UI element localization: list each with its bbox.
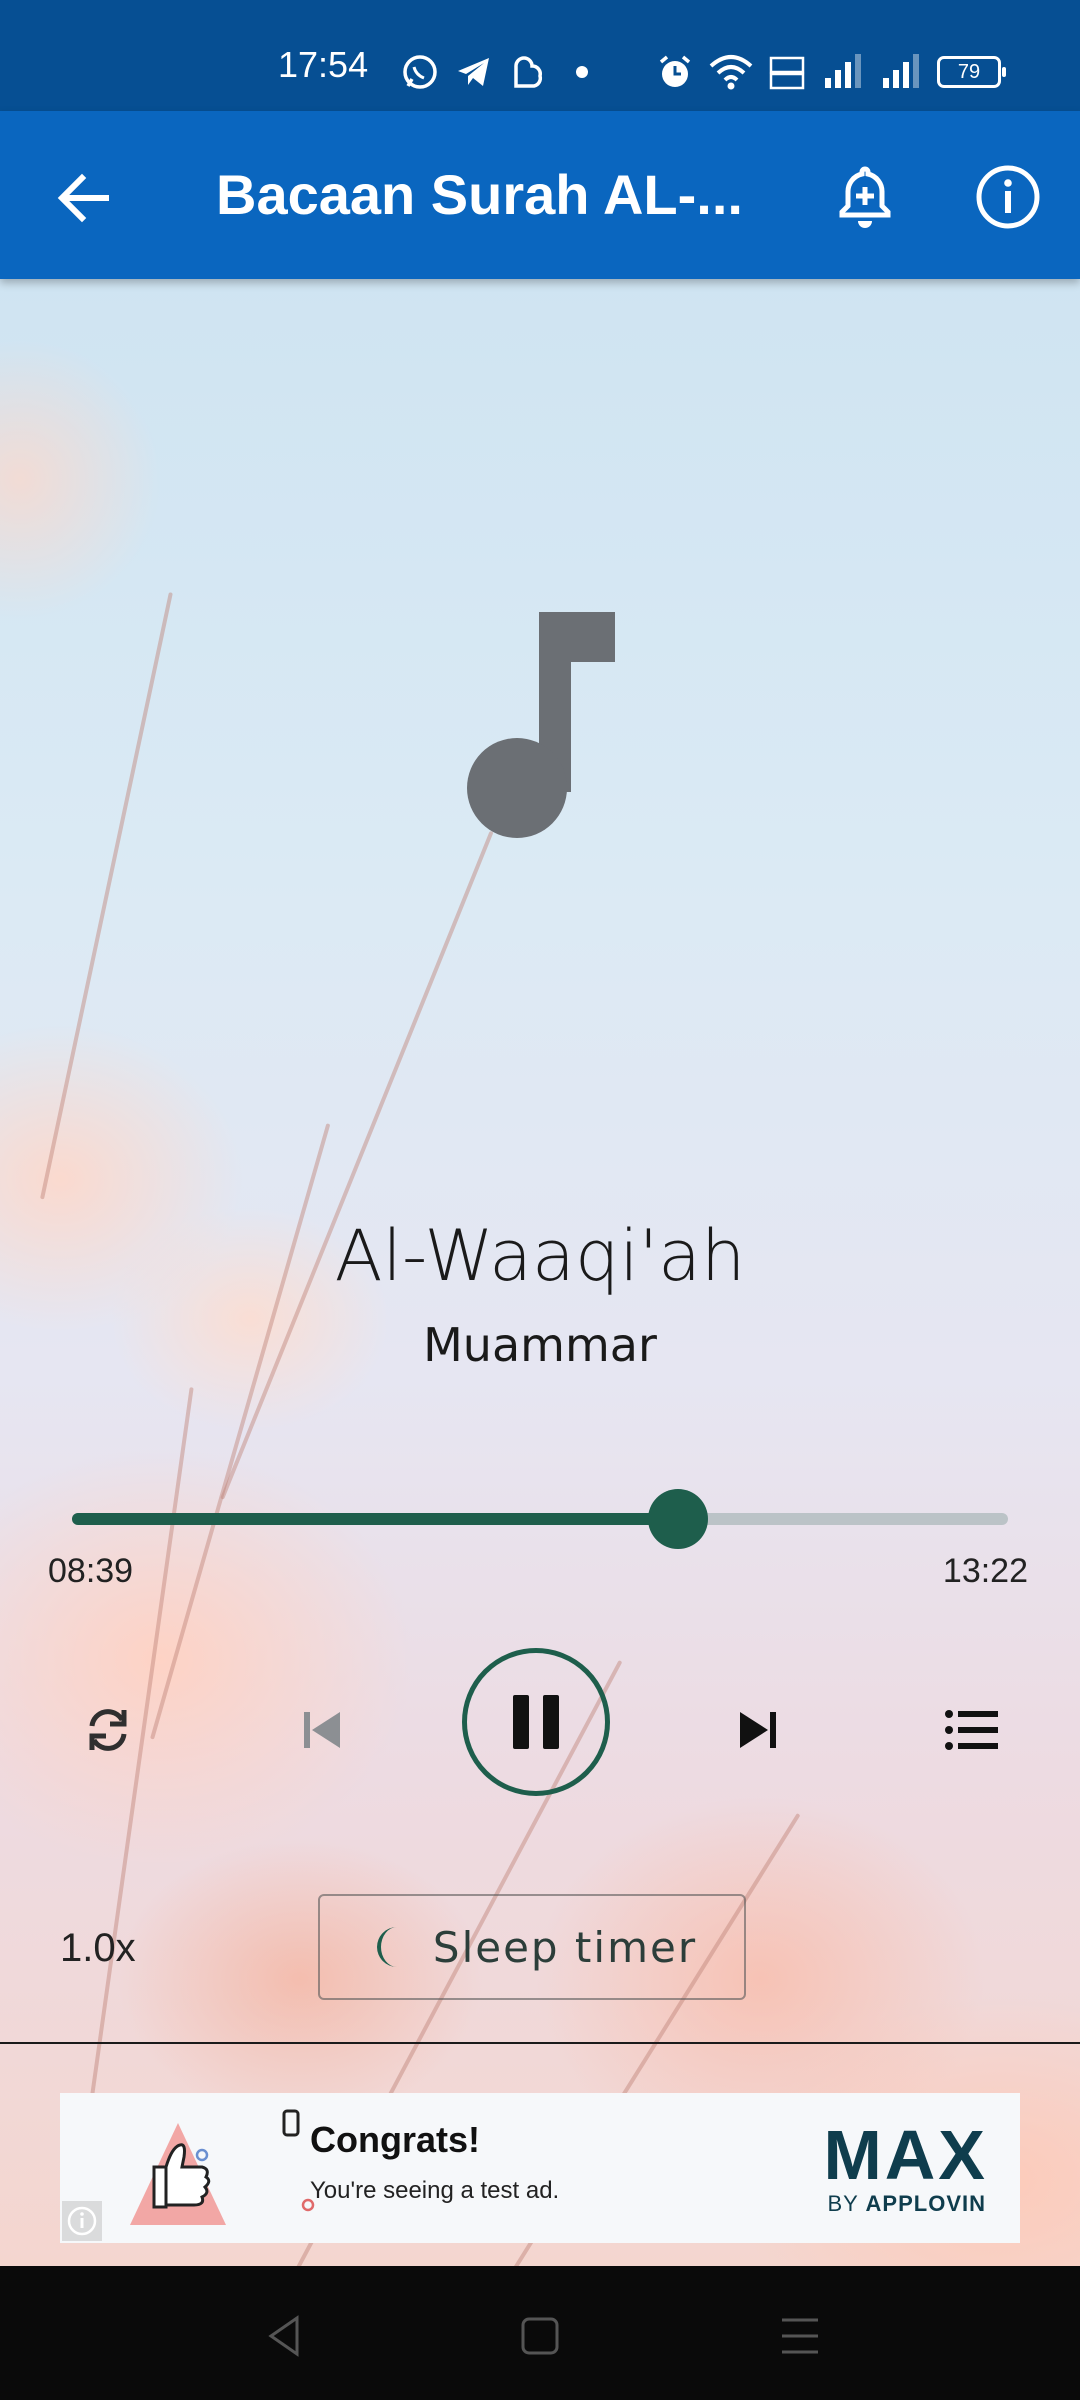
battery-icon: 79 [937,56,1006,88]
app-bar: Bacaan Surah AL-... [0,111,1080,279]
nav-back-icon[interactable] [255,2306,315,2366]
ad-title: Congrats! [310,2119,480,2160]
back-arrow-icon[interactable] [52,166,116,230]
seek-bar-progress [72,1513,678,1525]
ad-banner[interactable]: Congrats! You're seeing a test ad. MAX B… [60,2093,1020,2243]
pause-button[interactable] [462,1648,610,1796]
skip-next-icon [740,1712,776,1748]
dot-icon [576,66,588,78]
track-artist: Muammar [423,1318,657,1372]
thumbs-up-illustration [130,2109,315,2225]
pause-icon [513,1695,559,1749]
page-title: Bacaan Surah AL-... [216,163,743,226]
info-icon[interactable] [974,163,1042,231]
seek-bar-thumb[interactable] [647,1489,708,1549]
next-button[interactable] [720,1692,796,1768]
ad-brand: MAX [823,2116,988,2194]
battery-level: 79 [957,60,981,83]
repeat-icon [89,1709,127,1751]
skip-previous-icon [304,1712,340,1748]
previous-button[interactable] [284,1692,360,1768]
signal-icon [825,54,861,88]
add-alarm-bell-icon[interactable] [830,161,900,231]
track-title: Al-Waaqi'ah [334,1215,746,1297]
music-note-icon [467,612,615,838]
ad-brand-byline: BY APPLOVIN [827,2191,986,2216]
playlist-button[interactable] [934,1692,1010,1768]
moon-icon [376,1927,397,1967]
ad-subtitle: You're seeing a test ad. [310,2177,560,2204]
playback-speed[interactable]: 1.0x [60,1926,136,1971]
messenger-icon [514,56,543,88]
status-time: 17:54 [278,44,369,85]
telegram-icon [458,58,489,86]
volte-icon [769,56,805,90]
repeat-button[interactable] [70,1692,146,1768]
alarm-icon [659,55,691,87]
list-icon [945,1710,998,1750]
nav-home-icon[interactable] [510,2306,570,2366]
wifi-icon [709,55,753,90]
seek-bar[interactable] [72,1489,1008,1549]
divider [0,2042,1080,2044]
nav-menu-icon[interactable] [770,2306,830,2366]
status-bar: 17:54 79 [0,0,1080,111]
whatsapp-icon [403,55,437,89]
ad-info-icon[interactable] [62,2201,102,2241]
total-time: 13:22 [942,1552,1028,1590]
elapsed-time: 08:39 [48,1552,134,1590]
sleep-timer-label: Sleep timer [432,1922,698,1972]
system-navigation-bar [0,2266,1080,2400]
signal-icon [883,54,919,88]
sleep-timer-button[interactable]: Sleep timer [318,1894,746,2000]
